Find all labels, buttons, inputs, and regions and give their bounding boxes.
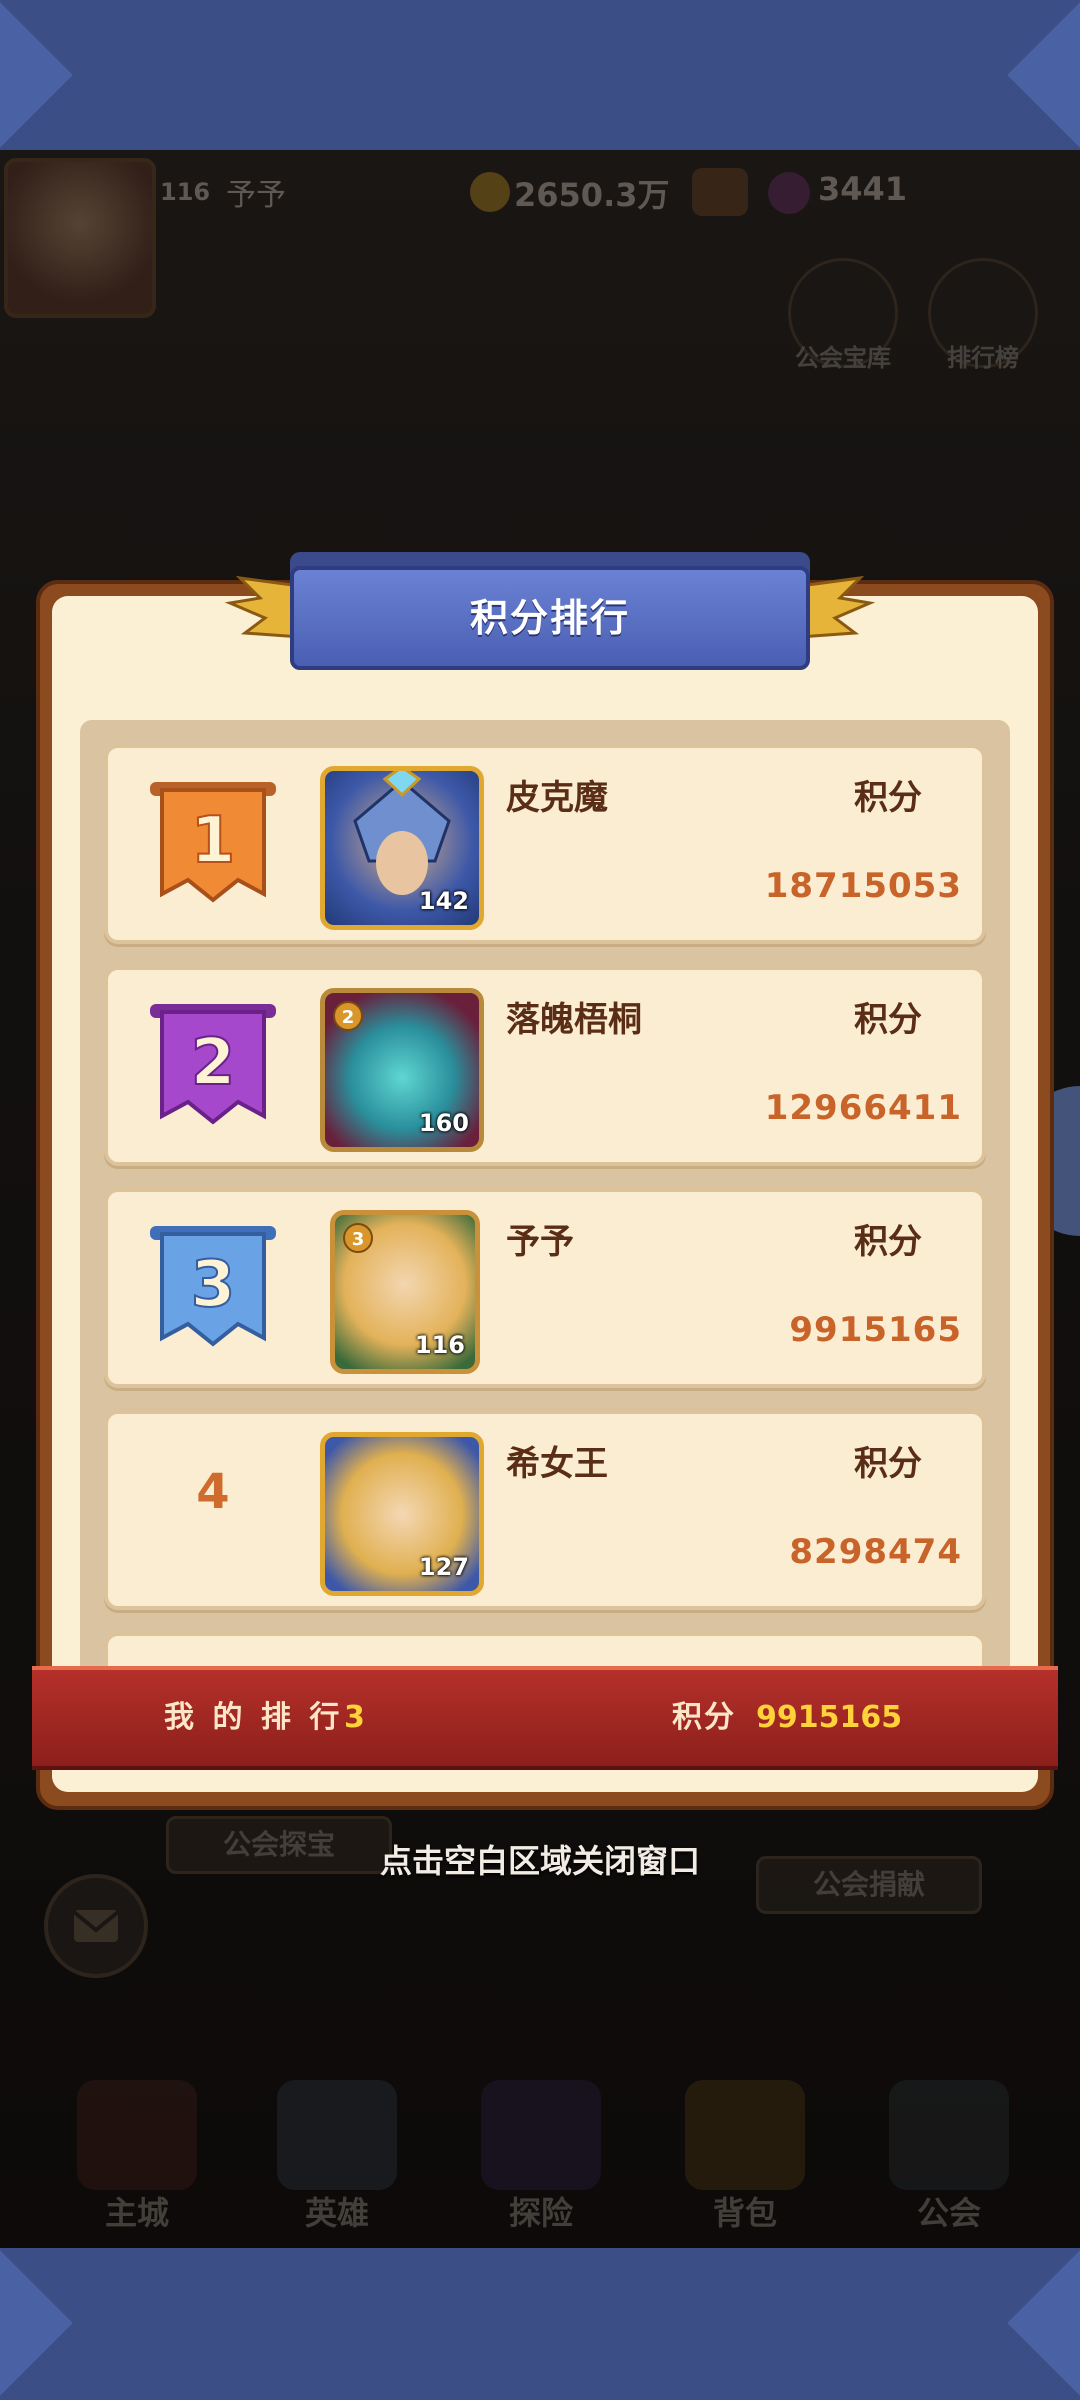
- rank-number: 1: [191, 804, 236, 878]
- score-label: 积分: [854, 1222, 922, 1262]
- score-label: 积分: [854, 778, 922, 818]
- letterbox-top: [0, 0, 1080, 150]
- player-name: 希女王: [506, 1444, 608, 1484]
- rank-flag-blue-icon: 3: [150, 1226, 276, 1347]
- my-score-value: 9915165: [756, 1700, 903, 1735]
- score-value: 18715053: [764, 866, 962, 906]
- player-name: 皮克魔: [506, 778, 608, 818]
- player-name: 落魄梧桐: [506, 1000, 642, 1040]
- star-badge: 3: [343, 1223, 373, 1253]
- rank-row[interactable]: 3 3 116 予予 积分 9915165: [104, 1188, 986, 1388]
- hero-level: 142: [418, 887, 469, 915]
- player-name: 予予: [506, 1222, 574, 1262]
- score-value: 9915165: [789, 1310, 962, 1350]
- hero-portrait[interactable]: 142: [320, 766, 484, 930]
- my-score-label: 积分: [672, 1700, 736, 1735]
- rank-flag-orange-icon: 1: [150, 782, 276, 903]
- hero-portrait[interactable]: 2 160: [320, 988, 484, 1152]
- hero-portrait[interactable]: 127: [320, 1432, 484, 1596]
- letterbox-bottom: [0, 2248, 1080, 2400]
- my-rank-bar: 我 的 排 行 3 积分 9915165: [32, 1666, 1058, 1770]
- hero-level: 127: [418, 1553, 469, 1581]
- my-rank-value: 3: [344, 1700, 365, 1735]
- panel-title: 积分排行: [469, 596, 630, 640]
- rank-row[interactable]: 1 142 皮克魔 积分 18715053: [104, 744, 986, 944]
- panel-title-ribbon: 积分排行: [224, 558, 876, 678]
- rank-row[interactable]: 4 127 希女王 积分 8298474: [104, 1410, 986, 1610]
- hero-level: 116: [414, 1331, 465, 1359]
- rank-number: 4: [196, 1464, 230, 1520]
- score-value: 12966411: [764, 1088, 962, 1128]
- rank-row[interactable]: 2 2 160 落魄梧桐 积分 12966411: [104, 966, 986, 1166]
- hero-level: 160: [418, 1109, 469, 1137]
- score-label: 积分: [854, 1000, 922, 1040]
- rank-number: 2: [191, 1026, 236, 1100]
- close-hint: 点击空白区域关闭窗口: [379, 1842, 700, 1880]
- score-label: 积分: [854, 1444, 922, 1484]
- rank-flag-purple-icon: 2: [150, 1004, 276, 1125]
- hero-portrait[interactable]: 3 116: [330, 1210, 480, 1374]
- star-badge: 2: [333, 1001, 363, 1031]
- rank-number: 3: [191, 1248, 236, 1322]
- score-value: 8298474: [789, 1532, 962, 1572]
- my-rank-label: 我 的 排 行: [164, 1700, 344, 1735]
